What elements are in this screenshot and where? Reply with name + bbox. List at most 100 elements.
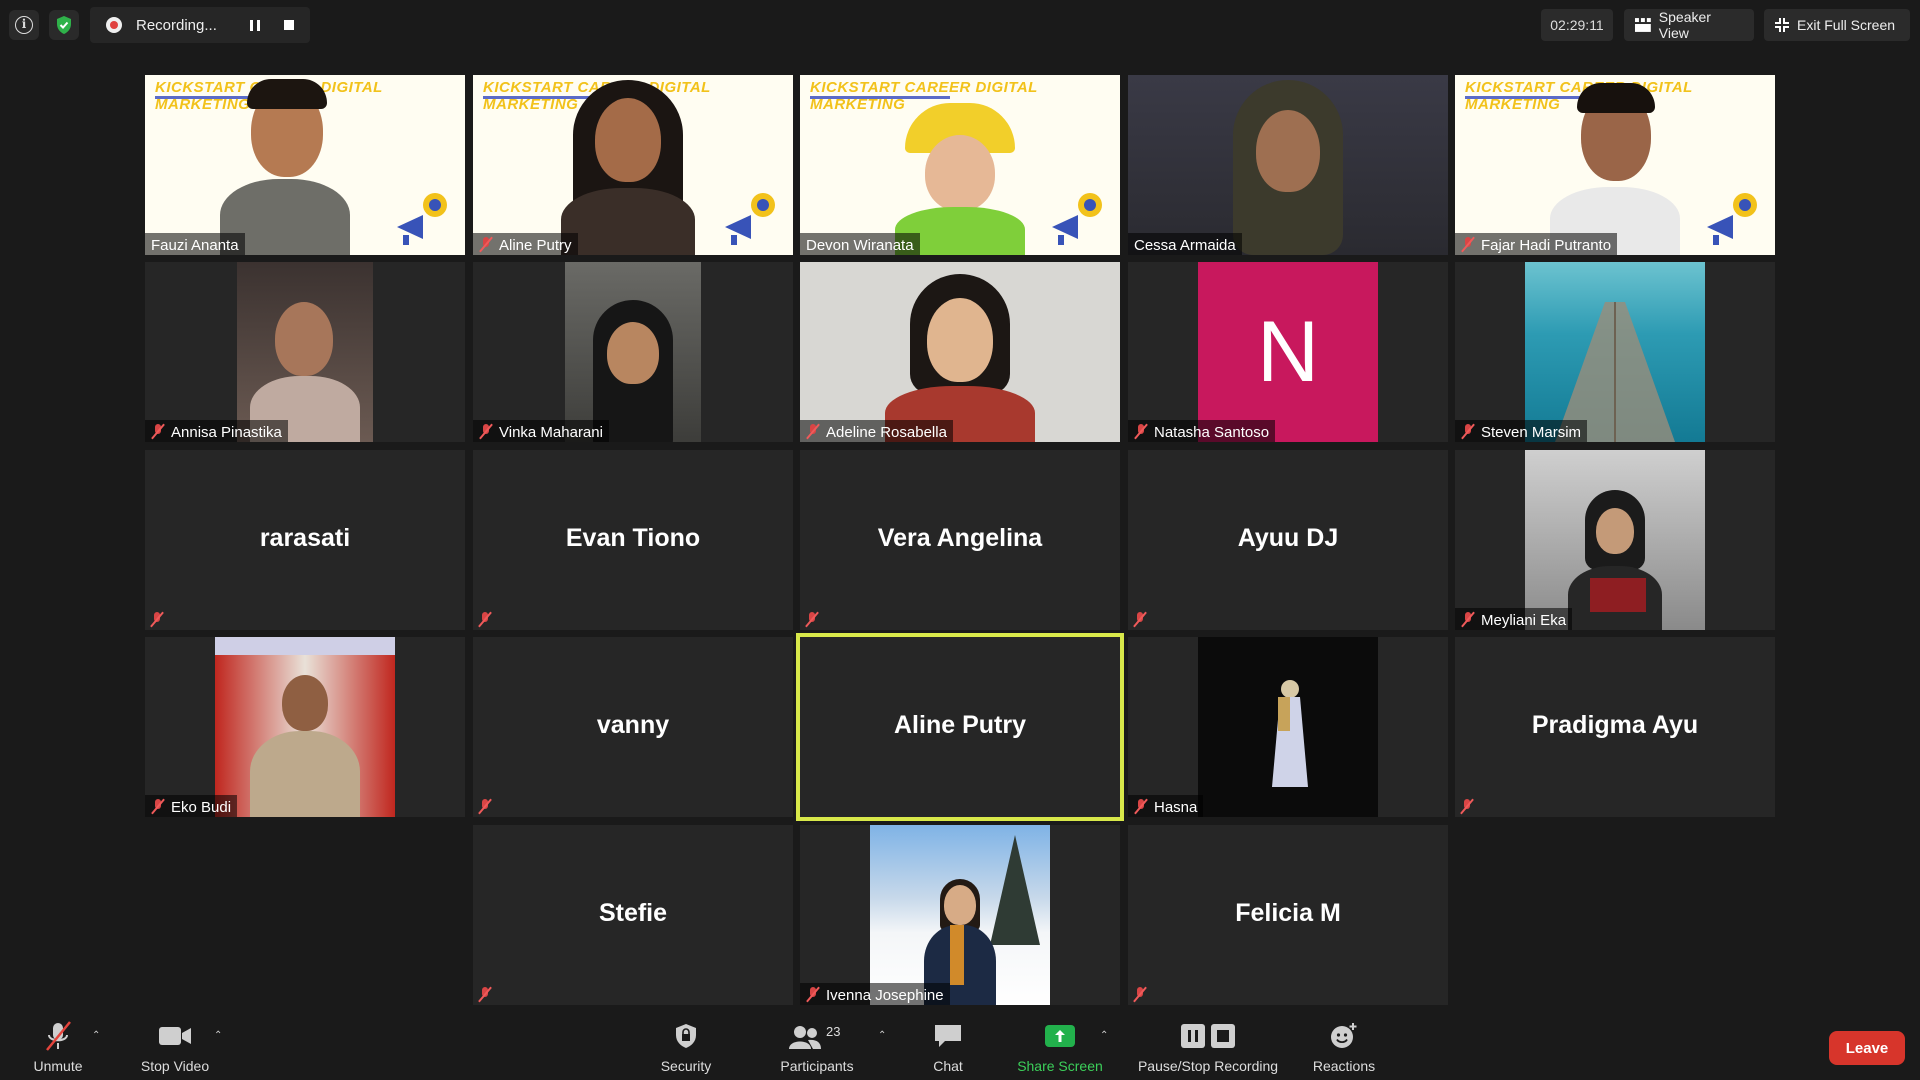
stop-icon [284,20,294,30]
participant-name: Fajar Hadi Putranto [1481,236,1612,254]
participant-tile[interactable]: Annisa Pinastika [145,262,465,442]
participant-tile[interactable]: Cessa Armaida [1128,75,1448,255]
participant-name: Hasna [1154,798,1198,816]
security-button[interactable]: Security [650,1010,722,1080]
person-figure [553,80,703,255]
participant-tile[interactable]: Vera Angelina [800,450,1120,630]
participant-tile[interactable]: Eko Budi [145,637,465,817]
video-feed [870,825,1050,1005]
pause-icon [250,19,260,31]
stop-video-button[interactable]: Stop Video [130,1010,220,1080]
participant-tile[interactable]: Hasna [1128,637,1448,817]
stop-video-label: Stop Video [140,1058,210,1074]
person-figure [240,667,370,817]
participant-name: Cessa Armaida [1134,236,1236,254]
participant-name-tag [800,608,825,630]
participant-name: Fauzi Ananta [151,236,239,254]
participants-label: Participants [780,1058,854,1074]
share-screen-button[interactable]: Share Screen [1010,1010,1110,1080]
participant-name: Ivenna Josephine [826,986,944,1004]
unmute-button[interactable]: Unmute [22,1010,94,1080]
muted-mic-icon [1461,424,1475,440]
participant-name-tag: Ivenna Josephine [800,983,950,1005]
figurine-image [1272,680,1308,787]
muted-mic-icon [151,799,165,815]
muted-mic-icon [806,987,820,1003]
participant-tile[interactable]: Steven Marsim [1455,262,1775,442]
pause-recording-button[interactable] [242,12,268,38]
muted-mic-icon [1134,799,1148,815]
participants-icon: 23 [782,1020,852,1052]
speaker-view-icon [1634,18,1651,32]
participant-name-tag [473,608,498,630]
participant-name-tag: Hasna [1128,795,1204,817]
meeting-info-button[interactable]: i [9,10,39,40]
participants-options-caret-icon[interactable]: ⌃ [878,1030,886,1041]
person-figure [1208,80,1368,255]
avatar-letter: N [1256,303,1320,400]
participant-name: Annisa Pinastika [171,423,282,441]
participant-tile[interactable]: KICKSTART CAREER DIGITAL MARKETING Aline… [473,75,793,255]
stop-recording-button[interactable] [276,12,302,38]
participant-tile[interactable]: Felicia M [1128,825,1448,1005]
participant-tile[interactable]: Pradigma Ayu [1455,637,1775,817]
participants-count: 23 [826,1024,841,1039]
speaker-view-label: Speaker View [1658,9,1711,41]
participant-name: Aline Putry [499,236,572,254]
participant-name-tag: Annisa Pinastika [145,420,288,442]
encryption-shield-button[interactable] [49,10,79,40]
unmute-label: Unmute [33,1058,83,1074]
speaker-view-button[interactable]: Speaker View [1624,9,1754,41]
participant-tile[interactable]: rarasati [145,450,465,630]
participant-name: Devon Wiranata [806,236,914,254]
participant-name-tag [1455,795,1480,817]
participant-name-tag: Meyliani Eka [1455,608,1573,630]
chat-bubble-icon [933,1020,963,1052]
leave-meeting-button[interactable]: Leave [1829,1031,1905,1065]
video-options-caret-icon[interactable]: ⌃ [214,1030,222,1041]
security-label: Security [660,1058,712,1074]
participants-button[interactable]: 23 Participants [772,1010,862,1080]
audio-options-caret-icon[interactable]: ⌃ [92,1030,100,1041]
reactions-button[interactable]: Reactions [1304,1010,1384,1080]
participant-name: Eko Budi [171,798,232,816]
participant-tile[interactable]: Evan Tiono [473,450,793,630]
participant-name: Natasha Santoso [1154,423,1270,441]
participant-tile[interactable]: Vinka Maharani [473,262,793,442]
participant-tile[interactable]: KICKSTART CAREER DIGITAL MARKETING Devon… [800,75,1120,255]
exit-full-screen-button[interactable]: Exit Full Screen [1764,9,1910,41]
participant-tile[interactable]: Ivenna Josephine [800,825,1120,1005]
participant-name-tag: Vinka Maharani [473,420,609,442]
participant-tile[interactable]: Adeline Rosabella [800,262,1120,442]
participant-tile[interactable]: vanny [473,637,793,817]
participant-tile[interactable]: KICKSTART CAREER DIGITAL MARKETING Fajar… [1455,75,1775,255]
participant-tile[interactable]: N Natasha Santoso [1128,262,1448,442]
participant-tile[interactable]: Stefie [473,825,793,1005]
person-figure [215,75,355,255]
share-options-caret-icon[interactable]: ⌃ [1100,1030,1108,1041]
participant-tile[interactable]: Ayuu DJ [1128,450,1448,630]
participant-name: rarasati [259,523,351,552]
person-figure [1560,480,1670,630]
participant-tile[interactable]: Meyliani Eka [1455,450,1775,630]
muted-mic-icon [478,612,492,628]
reactions-label: Reactions [1312,1058,1376,1074]
muted-mic-icon [1461,612,1475,628]
participant-name: vanny [596,710,670,739]
video-feed: KICKSTART CAREER DIGITAL MARKETING [145,75,465,255]
pause-stop-recording-button[interactable]: Pause/Stop Recording [1128,1010,1288,1080]
video-feed: KICKSTART CAREER DIGITAL MARKETING [473,75,793,255]
video-feed [565,262,701,442]
muted-mic-icon [478,987,492,1003]
participant-name-tag: Adeline Rosabella [800,420,953,442]
muted-mic-icon [479,237,493,253]
exit-full-screen-label: Exit Full Screen [1797,17,1896,33]
participant-tile[interactable]: KICKSTART CAREER DIGITAL MARKETING Fauzi… [145,75,465,255]
recording-indicator: Recording... [90,7,310,43]
share-screen-label: Share Screen [1017,1058,1103,1074]
active-speaker-tile[interactable]: Aline Putry [796,633,1124,821]
muted-mic-icon [150,612,164,628]
chat-button[interactable]: Chat [912,1010,984,1080]
recording-controls-icon [1179,1020,1237,1052]
participant-name-tag [145,608,170,630]
